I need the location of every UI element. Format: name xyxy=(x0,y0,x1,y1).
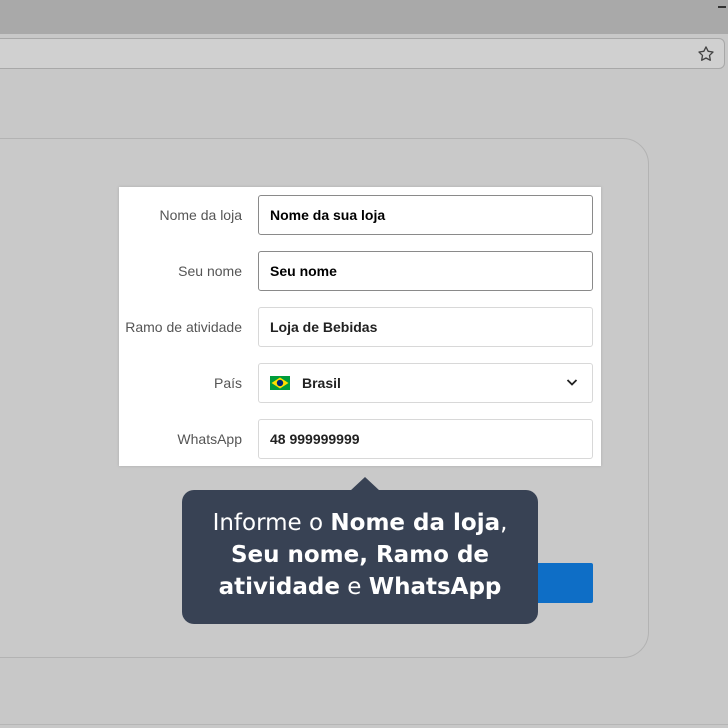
your-name-field[interactable] xyxy=(258,251,593,291)
store-name-input[interactable] xyxy=(259,196,580,234)
store-name-label: Nome da loja xyxy=(159,207,243,223)
brazil-flag-icon xyxy=(270,376,290,390)
minimize-mark[interactable] xyxy=(718,6,726,8)
country-value: Brasil xyxy=(302,375,341,391)
whatsapp-label: WhatsApp xyxy=(177,431,242,447)
whatsapp-row: WhatsApp xyxy=(119,419,601,459)
instruction-tooltip: Informe o Nome da loja, Seu nome, Ramo d… xyxy=(182,490,538,624)
tooltip-bold: Seu nome, Ramo de xyxy=(230,542,490,568)
store-name-row: Nome da loja xyxy=(119,195,601,235)
star-icon[interactable] xyxy=(696,44,716,64)
store-form: Nome da loja Seu nome Ramo de atividade … xyxy=(119,187,601,466)
business-row: Ramo de atividade Loja de Bebidas xyxy=(119,307,601,347)
whatsapp-input[interactable] xyxy=(259,420,580,458)
window-top-strip xyxy=(0,0,728,34)
your-name-label: Seu nome xyxy=(178,263,242,279)
your-name-input[interactable] xyxy=(259,252,580,290)
tooltip-line-1: Informe o Nome da loja, xyxy=(182,507,538,539)
whatsapp-field[interactable] xyxy=(258,419,593,459)
country-row: País Brasil xyxy=(119,363,601,403)
tooltip-text: Informe o xyxy=(212,510,331,536)
tooltip-arrow xyxy=(350,477,380,491)
address-bar[interactable] xyxy=(0,38,725,69)
window-bottom-edge xyxy=(0,724,728,725)
tooltip-bold: WhatsApp xyxy=(368,574,502,600)
business-label: Ramo de atividade xyxy=(125,319,242,335)
store-name-field[interactable] xyxy=(258,195,593,235)
tooltip-bold: Nome da loja xyxy=(330,510,501,536)
tooltip-text: e xyxy=(339,574,369,600)
business-field[interactable]: Loja de Bebidas xyxy=(258,307,593,347)
tooltip-line-3: atividade e WhatsApp xyxy=(182,571,538,603)
country-label: País xyxy=(213,375,242,391)
tooltip-bold: atividade xyxy=(218,574,340,600)
tooltip-line-2: Seu nome, Ramo de xyxy=(182,539,538,571)
chevron-down-icon[interactable] xyxy=(566,378,578,387)
your-name-row: Seu nome xyxy=(119,251,601,291)
country-select[interactable]: Brasil xyxy=(258,363,593,403)
tooltip-text: , xyxy=(500,510,508,536)
business-value: Loja de Bebidas xyxy=(270,319,378,335)
